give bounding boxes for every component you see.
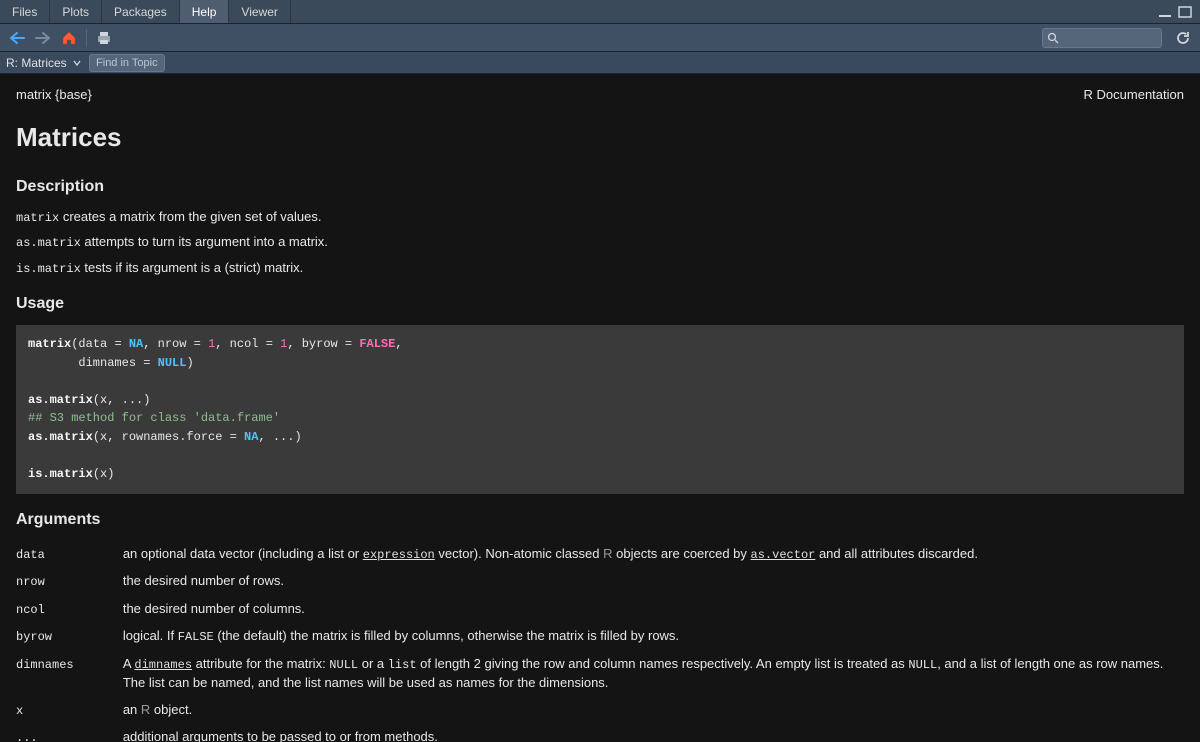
help-content[interactable]: matrix {base} R Documentation Matrices D… [0,74,1200,742]
doc-rdoc-label: R Documentation [1084,86,1184,105]
chevron-down-icon[interactable] [73,59,81,67]
section-description: Description [16,175,1184,198]
desc-line-2: as.matrix attempts to turn its argument … [16,233,1184,252]
usage-block: matrix(data = NA, nrow = 1, ncol = 1, by… [16,325,1184,494]
link-expression[interactable]: expression [363,548,435,562]
tab-plots[interactable]: Plots [50,0,102,23]
link-as-vector[interactable]: as.vector [751,548,816,562]
tab-viewer[interactable]: Viewer [229,0,290,23]
search-icon [1047,32,1059,44]
tab-packages[interactable]: Packages [102,0,180,23]
minimize-icon[interactable] [1158,6,1172,18]
arg-row-dimnames: dimnames A dimnames attribute for the ma… [16,651,1184,697]
panel-tabs: Files Plots Packages Help Viewer [0,0,1200,24]
tab-help[interactable]: Help [180,0,230,23]
maximize-icon[interactable] [1178,6,1192,18]
link-dimnames[interactable]: dimnames [134,658,192,672]
arg-row-x: x an R object. [16,697,1184,724]
desc-line-3: is.matrix tests if its argument is a (st… [16,259,1184,278]
forward-button[interactable] [32,27,54,49]
arguments-table: data an optional data vector (including … [16,541,1184,742]
find-in-topic[interactable]: Find in Topic [89,54,165,72]
help-search-input[interactable] [1063,32,1157,44]
home-button[interactable] [58,27,80,49]
section-arguments: Arguments [16,508,1184,531]
arg-row-nrow: nrow the desired number of rows. [16,568,1184,595]
toolbar-separator [86,29,87,47]
help-breadcrumb-bar: R: Matrices Find in Topic [0,52,1200,74]
help-search[interactable] [1042,28,1162,48]
doc-package: matrix {base} [16,86,92,105]
back-button[interactable] [6,27,28,49]
desc-line-1: matrix creates a matrix from the given s… [16,208,1184,227]
section-usage: Usage [16,292,1184,315]
refresh-button[interactable] [1172,27,1194,49]
tab-files[interactable]: Files [0,0,50,23]
help-topic-title: R: Matrices [6,56,81,70]
arg-row-ncol: ncol the desired number of columns. [16,596,1184,623]
help-toolbar [0,24,1200,52]
page-title: Matrices [16,119,1184,157]
arg-row-byrow: byrow logical. If FALSE (the default) th… [16,623,1184,650]
print-button[interactable] [93,27,115,49]
arg-row-data: data an optional data vector (including … [16,541,1184,568]
arg-row-dots: ... additional arguments to be passed to… [16,724,1184,742]
